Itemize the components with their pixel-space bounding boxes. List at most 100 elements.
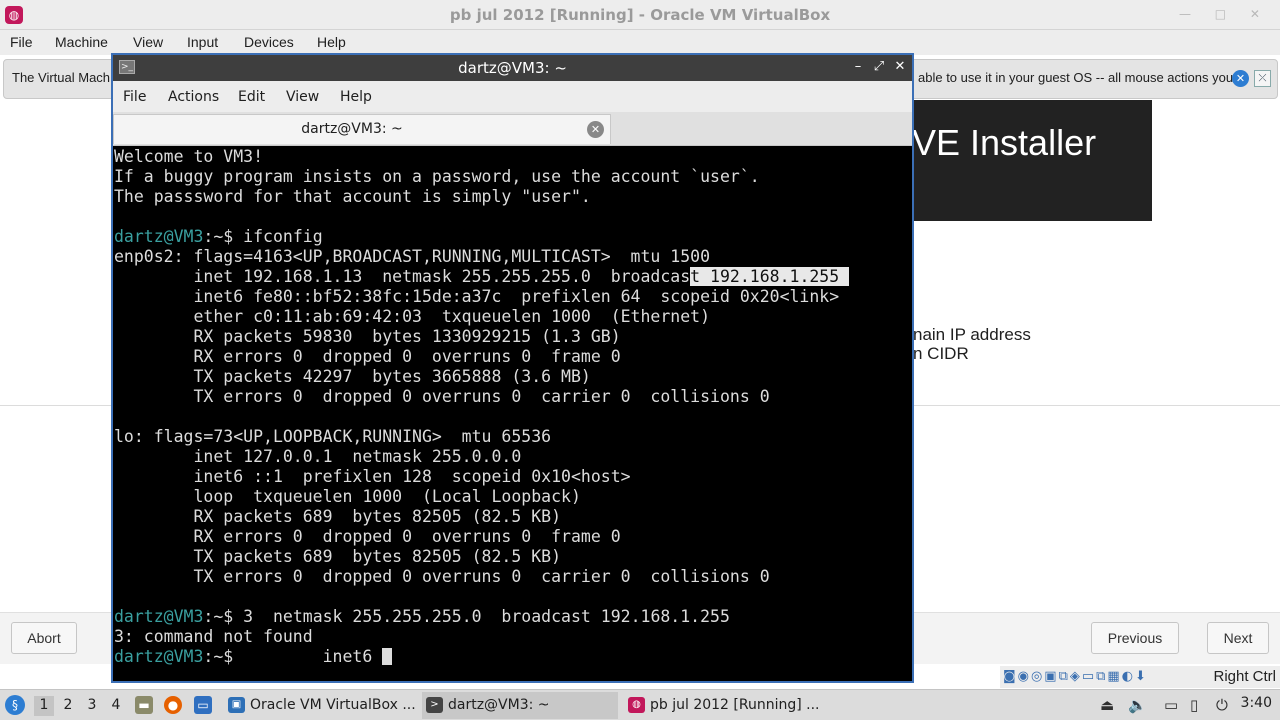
- menu-machine[interactable]: Machine: [55, 34, 108, 50]
- line-text: inet6 ::1 prefixlen 128 scopeid 0x10<hos…: [114, 467, 631, 486]
- maximize-icon[interactable]: ⤢: [872, 59, 886, 74]
- workspace-4[interactable]: 4: [106, 696, 126, 716]
- terminal-menu-edit[interactable]: Edit: [238, 89, 265, 105]
- line-text: inet6: [243, 647, 383, 666]
- eject-icon[interactable]: ⏏: [1100, 696, 1114, 714]
- clock: 3:40: [1240, 695, 1272, 711]
- volume-icon[interactable]: 🔈: [1128, 696, 1147, 714]
- menu-view[interactable]: View: [133, 34, 163, 50]
- terminal-menubar: File Actions Edit View Help: [113, 81, 912, 112]
- line-text: RX errors 0 dropped 0 overruns 0 frame 0: [114, 347, 621, 366]
- line-text: TX packets 42297 bytes 3665888 (3.6 MB): [114, 367, 591, 386]
- terminal-titlebar[interactable]: >_ dartz@VM3: ~ – ⤢ ✕: [113, 55, 912, 81]
- network-icon[interactable]: ▭: [1164, 696, 1178, 714]
- terminal-menu-actions[interactable]: Actions: [168, 89, 219, 105]
- clipboard-icon[interactable]: ▯: [1190, 696, 1198, 714]
- terminal-line: inet 127.0.0.1 netmask 255.0.0.0: [114, 447, 521, 467]
- terminal-line: TX packets 689 bytes 82505 (82.5 KB): [114, 547, 561, 567]
- line-text: Welcome to VM3!: [114, 147, 264, 166]
- notice-text-right: able to use it in your guest OS -- all m…: [918, 70, 1234, 85]
- line-text: inet6 fe80::bf52:38fc:15de:a37c prefixle…: [114, 287, 840, 306]
- terminal-tab-label: dartz@VM3: ~: [301, 121, 403, 137]
- device-status-icons[interactable]: ◙◉◎▣⧉◈▭⧉▦◐⬇: [1003, 669, 1148, 684]
- terminal-tabbar: dartz@VM3: ~ ✕: [113, 112, 912, 146]
- line-text: loop txqueuelen 1000 (Local Loopback): [114, 487, 581, 506]
- task-terminal[interactable]: > dartz@VM3: ~: [422, 692, 618, 719]
- notice-close-icon[interactable]: ✕: [1232, 70, 1249, 87]
- minimize-icon[interactable]: –: [851, 59, 865, 74]
- workspace-3[interactable]: 3: [82, 696, 102, 716]
- terminal-line: ether c0:11:ab:69:42:03 txqueuelen 1000 …: [114, 307, 710, 327]
- virtualbox-titlebar: ◍ pb jul 2012 [Running] - Oracle VM Virt…: [0, 0, 1280, 30]
- line-text: inet 127.0.0.1 netmask 255.0.0.0: [114, 447, 522, 466]
- start-menu-icon[interactable]: §: [5, 695, 25, 715]
- previous-button[interactable]: Previous: [1091, 622, 1179, 654]
- terminal-line: TX errors 0 dropped 0 overruns 0 carrier…: [114, 567, 769, 587]
- workspace-2[interactable]: 2: [58, 696, 78, 716]
- terminal-line: The passsword for that account is simply…: [114, 187, 591, 207]
- installer-banner: VE Installer: [912, 100, 1152, 221]
- menu-devices[interactable]: Devices: [244, 34, 294, 50]
- line-text: 3 netmask 255.255.255.0 broadcast 192.16…: [243, 607, 730, 626]
- file-manager-icon[interactable]: ▬: [135, 696, 153, 714]
- menu-file[interactable]: File: [10, 34, 33, 50]
- prompt-user: dartz@VM3: [114, 607, 204, 626]
- notice-dismiss-icon[interactable]: ⤫: [1254, 70, 1271, 87]
- power-icon[interactable]: ⏻: [1216, 696, 1228, 714]
- line-text: If a buggy program insists on a password…: [114, 167, 760, 186]
- terminal-menu-help[interactable]: Help: [340, 89, 372, 105]
- terminal-line: dartz@VM3:~$ inet6: [114, 647, 393, 667]
- abort-button[interactable]: Abort: [11, 622, 77, 654]
- terminal-line: RX packets 689 bytes 82505 (82.5 KB): [114, 507, 561, 527]
- task-vm-window[interactable]: ◍ pb jul 2012 [Running] ...: [624, 692, 820, 719]
- prompt-user: dartz@VM3: [114, 227, 204, 246]
- terminal-menu-file[interactable]: File: [123, 89, 146, 105]
- terminal-window: >_ dartz@VM3: ~ – ⤢ ✕ File Actions Edit …: [111, 53, 914, 683]
- virtualbox-window-title: pb jul 2012 [Running] - Oracle VM Virtua…: [449, 6, 831, 24]
- terminal-line: TX packets 42297 bytes 3665888 (3.6 MB): [114, 367, 591, 387]
- installer-text-ip: nain IP address: [913, 325, 1031, 344]
- next-button[interactable]: Next: [1207, 622, 1269, 654]
- terminal-line: inet6 ::1 prefixlen 128 scopeid 0x10<hos…: [114, 467, 631, 487]
- menu-help[interactable]: Help: [317, 34, 346, 50]
- installer-banner-title: VE Installer: [912, 122, 1097, 163]
- screen: ◍ pb jul 2012 [Running] - Oracle VM Virt…: [0, 0, 1280, 720]
- prompt-path: :~$: [203, 607, 244, 626]
- terminal-line: Welcome to VM3!: [114, 147, 263, 167]
- task-label: Oracle VM VirtualBox ...: [250, 697, 416, 713]
- task-label: dartz@VM3: ~: [448, 697, 550, 713]
- task-virtualbox-manager[interactable]: ▣ Oracle VM VirtualBox ...: [224, 692, 420, 719]
- show-desktop-icon[interactable]: ▭: [194, 696, 212, 714]
- terminal-line: loop txqueuelen 1000 (Local Loopback): [114, 487, 581, 507]
- terminal-line: TX errors 0 dropped 0 overruns 0 carrier…: [114, 387, 769, 407]
- close-icon[interactable]: ✕: [893, 59, 907, 74]
- line-text: ether c0:11:ab:69:42:03 txqueuelen 1000 …: [114, 307, 711, 326]
- line-text: enp0s2: flags=4163<UP,BROADCAST,RUNNING,…: [114, 247, 711, 266]
- terminal-line: lo: flags=73<UP,LOOPBACK,RUNNING> mtu 65…: [114, 427, 551, 447]
- tab-close-icon[interactable]: ✕: [587, 121, 604, 138]
- window-controls[interactable]: — □ ✕: [1179, 7, 1270, 21]
- vm-app-icon: ◍: [628, 697, 645, 713]
- terminal-menu-view[interactable]: View: [286, 89, 319, 105]
- installer-text-cidr: n CIDR: [913, 344, 969, 363]
- menu-input[interactable]: Input: [187, 34, 218, 50]
- line-text: RX errors 0 dropped 0 overruns 0 frame 0: [114, 527, 621, 546]
- host-key-label: Right Ctrl: [1213, 668, 1276, 685]
- prompt-path: :~$: [203, 647, 244, 666]
- terminal-line: RX errors 0 dropped 0 overruns 0 frame 0: [114, 527, 621, 547]
- terminal-line: inet 192.168.1.13 netmask 255.255.255.0 …: [114, 267, 850, 287]
- line-text: 3: command not found: [114, 627, 313, 646]
- firefox-icon[interactable]: ●: [164, 696, 182, 714]
- terminal-output[interactable]: Welcome to VM3! If a buggy program insist…: [114, 147, 911, 681]
- text-cursor: [382, 648, 393, 665]
- line-text: The passsword for that account is simply…: [114, 187, 591, 206]
- line-text: RX packets 689 bytes 82505 (82.5 KB): [114, 507, 562, 526]
- terminal-line: inet6 fe80::bf52:38fc:15de:a37c prefixle…: [114, 287, 839, 307]
- terminal-tab[interactable]: dartz@VM3: ~ ✕: [113, 114, 611, 144]
- notice-text-left: The Virtual Mach: [12, 70, 111, 85]
- workspace-1[interactable]: 1: [34, 696, 54, 716]
- line-text: lo: flags=73<UP,LOOPBACK,RUNNING> mtu 65…: [114, 427, 552, 446]
- terminal-line: dartz@VM3:~$ ifconfig: [114, 227, 323, 247]
- terminal-line: dartz@VM3:~$ 3 netmask 255.255.255.0 bro…: [114, 607, 730, 627]
- terminal-line: RX errors 0 dropped 0 overruns 0 frame 0: [114, 347, 621, 367]
